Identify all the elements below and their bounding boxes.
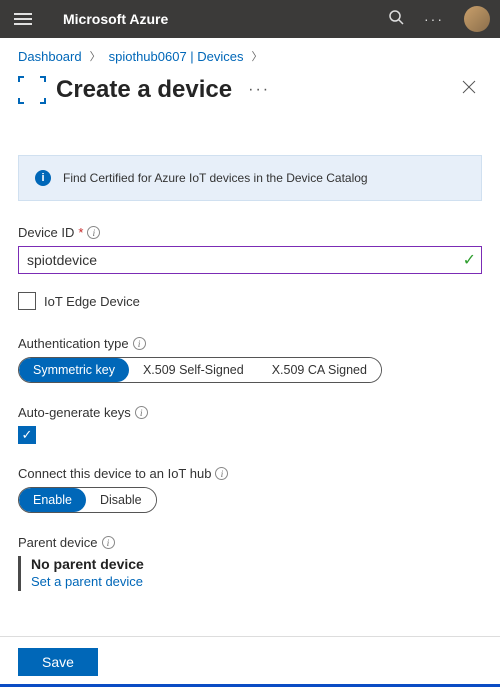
connect-label: Connect this device to an IoT hub i: [18, 466, 482, 481]
check-icon: ✓: [463, 250, 476, 270]
close-icon[interactable]: [456, 74, 482, 105]
connect-enable[interactable]: Enable: [19, 488, 86, 512]
autogen-label: Auto-generate keys i: [18, 405, 482, 420]
banner-text: Find Certified for Azure IoT devices in …: [63, 171, 368, 185]
footer: Save: [0, 636, 500, 687]
chevron-right-icon: 〉: [90, 48, 101, 64]
info-circle-icon[interactable]: i: [87, 226, 100, 239]
more-icon[interactable]: ···: [248, 81, 270, 99]
chevron-right-icon: 〉: [252, 48, 263, 64]
required-star: *: [78, 225, 83, 240]
search-icon[interactable]: [388, 9, 404, 30]
set-parent-link[interactable]: Set a parent device: [31, 574, 143, 589]
top-bar: Microsoft Azure ···: [0, 0, 500, 38]
info-circle-icon[interactable]: i: [135, 406, 148, 419]
breadcrumb-link[interactable]: spiothub0607 | Devices: [109, 49, 244, 64]
hamburger-icon[interactable]: [10, 9, 38, 29]
autogen-checkbox[interactable]: ✓: [18, 426, 36, 444]
info-banner: i Find Certified for Azure IoT devices i…: [18, 155, 482, 201]
info-circle-icon[interactable]: i: [215, 467, 228, 480]
avatar[interactable]: [464, 6, 490, 32]
connect-disable[interactable]: Disable: [86, 488, 156, 512]
page-header: Create a device ···: [0, 70, 500, 115]
auth-type-label: Authentication type i: [18, 336, 482, 351]
info-circle-icon[interactable]: i: [133, 337, 146, 350]
iot-edge-label: IoT Edge Device: [44, 294, 140, 309]
iot-edge-checkbox[interactable]: [18, 292, 36, 310]
info-circle-icon[interactable]: i: [102, 536, 115, 549]
breadcrumb: Dashboard 〉 spiothub0607 | Devices 〉: [0, 38, 500, 70]
device-id-label: Device ID * i: [18, 225, 482, 240]
brand-title: Microsoft Azure: [63, 11, 388, 27]
fullscreen-icon[interactable]: [18, 76, 46, 104]
auth-type-group: Symmetric key X.509 Self-Signed X.509 CA…: [18, 357, 382, 383]
breadcrumb-link[interactable]: Dashboard: [18, 49, 82, 64]
parent-label: Parent device i: [18, 535, 482, 550]
parent-value: No parent device: [31, 556, 482, 572]
auth-option-symmetric[interactable]: Symmetric key: [19, 358, 129, 382]
device-id-field[interactable]: [18, 246, 482, 274]
more-icon[interactable]: ···: [424, 11, 444, 27]
save-button[interactable]: Save: [18, 648, 98, 676]
page-title: Create a device: [56, 76, 232, 104]
connect-group: Enable Disable: [18, 487, 157, 513]
info-icon: i: [35, 170, 51, 186]
auth-option-self-signed[interactable]: X.509 Self-Signed: [129, 358, 258, 382]
auth-option-ca-signed[interactable]: X.509 CA Signed: [258, 358, 381, 382]
